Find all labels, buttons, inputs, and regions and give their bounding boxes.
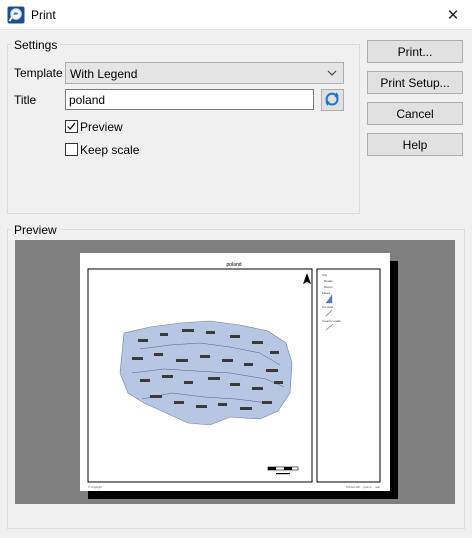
legend-frame [316,268,381,483]
chevron-down-icon [327,70,337,76]
title-label: Title [14,93,37,107]
refresh-icon [325,92,339,106]
print-page-preview: poland City Roads Rivers Lakes Cit. Asst… [87,262,381,489]
legend-item-6: Country roads [322,319,341,323]
help-button-label: Help [402,137,428,152]
keep-scale-checkbox-label: Keep scale [80,143,140,157]
legend-item-1: City [322,273,328,277]
close-button[interactable]: ✕ [438,3,468,27]
settings-group-label: Settings [11,38,61,52]
page-title: poland [226,262,241,268]
refresh-title-button[interactable] [321,89,344,111]
footer-right: Printed with ... pica.rp ... map [346,485,380,489]
title-field[interactable] [66,90,313,109]
close-icon: ✕ [446,7,460,24]
preview-checkbox-label: Preview [80,120,123,134]
legend-country-road-symbol [325,323,334,331]
print-button[interactable]: Print... [367,40,463,63]
cancel-button-label: Cancel [396,106,434,121]
legend-items: City Roads Rivers Lakes Cit. Asst Countr… [322,273,341,331]
poland-map [119,320,293,426]
footer-left: © Copyright [88,485,102,489]
legend-item-5: Cit. Asst [322,305,333,309]
preview-group-label: Preview [11,223,60,237]
preview-checkbox[interactable] [65,120,78,133]
legend-item-4: Lakes [322,291,331,295]
cancel-button[interactable]: Cancel [367,102,463,125]
template-label: Template [14,66,63,80]
north-arrow-icon [303,273,311,284]
legend-item-3: Rivers [324,285,333,289]
window-title: Print [31,8,56,22]
print-setup-button[interactable]: Print Setup... [367,71,463,94]
checkmark-icon [67,122,76,130]
help-button[interactable]: Help [367,133,463,156]
legend-lake-symbol [325,294,333,304]
title-bar: Print ✕ [0,0,472,30]
legend-road-symbol [325,309,333,317]
print-button-label: Print... [397,44,433,59]
title-field-box [65,89,314,110]
template-dropdown[interactable]: With Legend [65,62,344,84]
template-dropdown-value: With Legend [70,67,138,81]
preview-paper: poland City Roads Rivers Lakes Cit. Asst… [80,253,390,491]
magnifier-map-icon [7,6,25,24]
print-setup-button-label: Print Setup... [380,75,450,90]
keep-scale-checkbox[interactable] [65,143,78,156]
scale-bar [267,466,299,475]
legend-item-2: Roads [324,279,333,283]
